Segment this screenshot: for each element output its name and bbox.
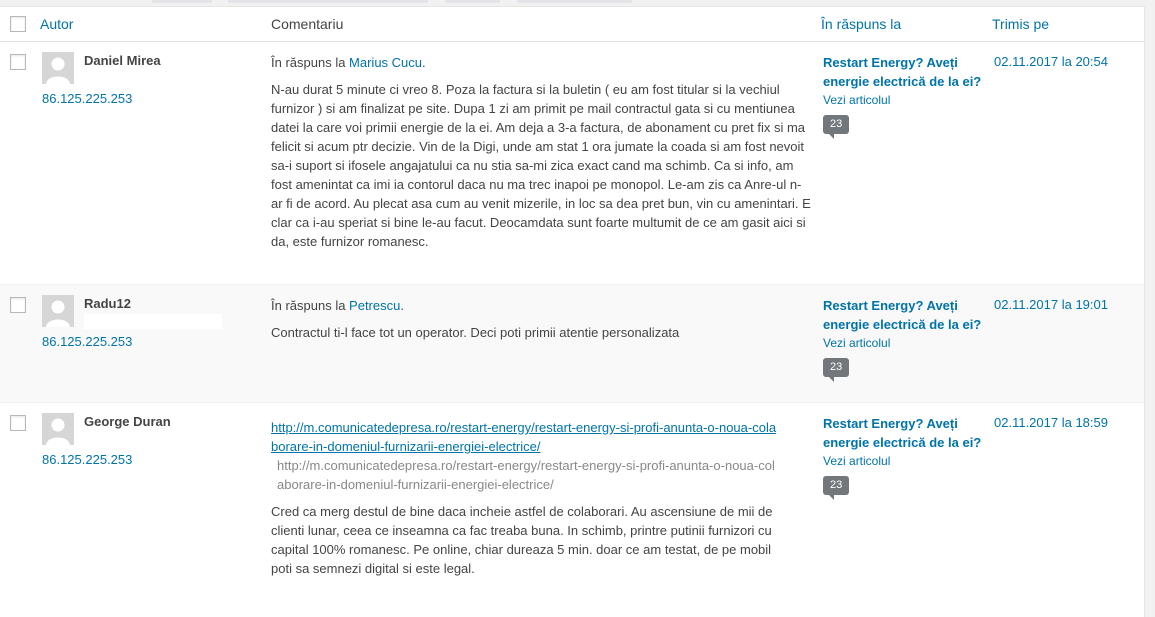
response-post-title[interactable]: Restart Energy? Aveți energie electrică … (823, 414, 983, 452)
in-reply-prefix: În răspuns la (271, 298, 350, 313)
top-tab-edge (228, 0, 428, 3)
comment-text: Cred ca merg destul de bine daca incheie… (271, 504, 773, 576)
author-ip-link[interactable]: 86.125.225.253 (42, 91, 132, 106)
comment-url-link: http://m.comunicatedepresa.ro/restart-en… (271, 418, 781, 456)
author-ip-link[interactable]: 86.125.225.253 (42, 452, 132, 467)
row-checkbox[interactable] (10, 415, 26, 431)
comment-body: http://m.comunicatedepresa.ro/restart-en… (271, 418, 781, 578)
row-checkbox[interactable] (10, 297, 26, 313)
author-email-redacted (84, 314, 222, 329)
select-all-checkbox[interactable] (10, 16, 26, 32)
response-column: Restart Energy? Aveți energie electrică … (823, 296, 983, 382)
comment-count-bubble[interactable]: 23 (823, 358, 850, 382)
table-row: Radu12 86.125.225.253 În răspuns la Petr… (0, 285, 1144, 403)
column-comment-header: Comentariu (271, 16, 344, 32)
in-reply-prefix: În răspuns la (271, 55, 350, 70)
in-reply-line: În răspuns la Petrescu. (271, 298, 404, 313)
view-post-link[interactable]: Vezi articolul (823, 91, 983, 109)
comment-date-link[interactable]: 02.11.2017 la 18:59 (994, 413, 1108, 432)
in-reply-author-link[interactable]: Petrescu (349, 298, 400, 313)
comment-body: În răspuns la Petrescu. Contractul ti-l … (271, 296, 811, 342)
avatar (42, 52, 74, 84)
comment-date-link[interactable]: 02.11.2017 la 20:54 (994, 52, 1108, 71)
author-name: Radu12 (84, 296, 131, 311)
top-tab-edge (517, 0, 632, 3)
view-post-link[interactable]: Vezi articolul (823, 452, 983, 470)
response-column: Restart Energy? Aveți energie electrică … (823, 414, 983, 500)
in-reply-author-link[interactable]: Marius Cucu (349, 55, 422, 70)
table-row: Daniel Mirea 86.125.225.253 În răspuns l… (0, 42, 1144, 285)
comment-url-plain: http://m.comunicatedepresa.ro/restart-en… (277, 458, 775, 492)
top-tab-edge (445, 0, 500, 3)
table-row: George Duran 86.125.225.253 http://m.com… (0, 403, 1144, 617)
row-checkbox[interactable] (10, 54, 26, 70)
comment-count-bubble[interactable]: 23 (823, 115, 850, 139)
column-author-header[interactable]: Autor (40, 16, 73, 32)
author-ip-link[interactable]: 86.125.225.253 (42, 334, 132, 349)
top-tab-edge (152, 0, 212, 3)
comments-table: Autor Comentariu În răspuns la Trimis pe… (0, 6, 1145, 617)
table-header: Autor Comentariu În răspuns la Trimis pe (0, 7, 1144, 42)
response-post-title[interactable]: Restart Energy? Aveți energie electrică … (823, 53, 983, 91)
comment-count-bubble[interactable]: 23 (823, 476, 850, 500)
comment-text: N-au durat 5 minute ci vreo 8. Poza la f… (271, 82, 811, 249)
column-in-response-header[interactable]: În răspuns la (821, 16, 901, 32)
column-submitted-header[interactable]: Trimis pe (992, 16, 1049, 32)
view-post-link[interactable]: Vezi articolul (823, 334, 983, 352)
in-reply-line: În răspuns la Marius Cucu. (271, 55, 426, 70)
avatar (42, 295, 74, 327)
response-post-title[interactable]: Restart Energy? Aveți energie electrică … (823, 296, 983, 334)
response-column: Restart Energy? Aveți energie electrică … (823, 53, 983, 139)
comment-body: În răspuns la Marius Cucu. N-au durat 5 … (271, 53, 811, 251)
avatar (42, 413, 74, 445)
comment-url-anchor[interactable]: http://m.comunicatedepresa.ro/restart-en… (271, 420, 776, 454)
comment-date-link[interactable]: 02.11.2017 la 19:01 (994, 295, 1108, 314)
author-name: Daniel Mirea (84, 53, 161, 68)
comment-text: Contractul ti-l face tot un operator. De… (271, 325, 680, 340)
author-name: George Duran (84, 414, 171, 429)
